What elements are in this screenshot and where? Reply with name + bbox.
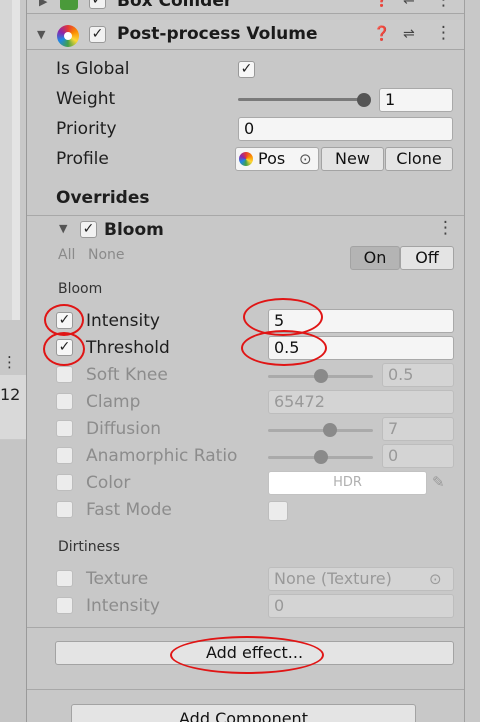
clamp-override-checkbox[interactable] — [56, 393, 73, 410]
priority-label: Priority — [56, 119, 117, 139]
side-lower — [0, 440, 26, 722]
diffusion-slider-track[interactable] — [268, 429, 373, 432]
threshold-override-checkbox[interactable]: ✓ — [56, 339, 73, 356]
dirt-intensity-label: Intensity — [86, 596, 160, 616]
weight-slider-thumb[interactable] — [357, 93, 371, 107]
fast-mode-checkbox[interactable] — [268, 501, 288, 521]
divider — [27, 215, 465, 216]
menu-icon[interactable]: ⋮ — [435, 0, 452, 10]
priority-field[interactable]: 0 — [238, 117, 453, 141]
bloom-menu-icon[interactable]: ⋮ — [437, 218, 454, 238]
left-side-panel: ⋮ 12 — [0, 0, 26, 722]
diffusion-override-checkbox[interactable] — [56, 420, 73, 437]
dirtiness-section-label: Dirtiness — [58, 539, 120, 555]
threshold-label: Threshold — [86, 338, 170, 358]
intensity-override-checkbox[interactable]: ✓ — [56, 312, 73, 329]
all-toggle[interactable]: All — [58, 247, 75, 263]
weight-label: Weight — [56, 89, 116, 109]
presets-icon[interactable]: ⇌ — [403, 0, 415, 8]
divider — [27, 627, 465, 628]
object-picker-icon[interactable]: ⊙ — [429, 568, 442, 590]
overrides-label: Overrides — [56, 188, 150, 208]
profile-field[interactable]: Pos ⊙ — [235, 147, 319, 171]
profile-value: Pos — [258, 149, 286, 168]
off-button[interactable]: Off — [400, 246, 454, 270]
post-process-icon — [57, 25, 79, 47]
on-button[interactable]: On — [350, 246, 400, 270]
diffusion-label: Diffusion — [86, 419, 162, 439]
anamorphic-label: Anamorphic Ratio — [86, 446, 238, 466]
bloom-section-label: Bloom — [58, 281, 103, 297]
volume-enabled-checkbox[interactable]: ✓ — [89, 26, 106, 43]
post-process-volume-header[interactable]: ▼ ✓ Post-process Volume ❓ ⇌ ⋮ — [27, 20, 465, 50]
foldout-arrow-icon[interactable]: ▶ — [39, 0, 47, 8]
box-collider-header[interactable]: ▶ ✓ Box Collider ❓ ⇌ ⋮ — [27, 0, 465, 14]
eyedropper-icon[interactable]: ✎ — [432, 473, 445, 491]
dirt-intensity-field[interactable]: 0 — [268, 594, 454, 618]
scrollbar[interactable] — [12, 0, 20, 320]
soft-knee-slider-thumb[interactable] — [313, 369, 328, 383]
new-profile-button[interactable]: New — [321, 147, 384, 171]
side-number: 12 — [0, 385, 21, 404]
fast-mode-label: Fast Mode — [86, 500, 172, 520]
weight-slider-track[interactable] — [238, 98, 364, 101]
color-override-checkbox[interactable] — [56, 474, 73, 491]
bloom-title: Bloom — [104, 220, 164, 240]
color-field[interactable]: HDR — [268, 471, 427, 495]
box-collider-icon — [60, 0, 78, 10]
help-icon[interactable]: ❓ — [373, 26, 390, 42]
intensity-label: Intensity — [86, 311, 160, 331]
texture-value: None (Texture) — [274, 569, 392, 588]
soft-knee-label: Soft Knee — [86, 365, 168, 385]
component-title: Post-process Volume — [117, 24, 318, 44]
color-label: Color — [86, 473, 131, 493]
clamp-field[interactable]: 65472 — [268, 390, 454, 414]
divider — [27, 689, 465, 690]
anamorphic-field[interactable]: 0 — [382, 444, 454, 468]
none-toggle[interactable]: None — [88, 247, 125, 263]
dirt-intensity-override-checkbox[interactable] — [56, 597, 73, 614]
clone-profile-button[interactable]: Clone — [385, 147, 453, 171]
bloom-foldout-icon[interactable]: ▼ — [59, 222, 67, 235]
box-collider-enabled-checkbox[interactable]: ✓ — [89, 0, 106, 9]
diffusion-slider-thumb[interactable] — [322, 423, 337, 437]
bloom-enabled-checkbox[interactable]: ✓ — [80, 221, 97, 238]
fast-mode-override-checkbox[interactable] — [56, 501, 73, 518]
texture-field[interactable]: None (Texture) ⊙ — [268, 567, 454, 591]
right-edge — [464, 0, 480, 722]
threshold-field[interactable]: 0.5 — [268, 336, 454, 360]
foldout-arrow-icon[interactable]: ▼ — [37, 28, 45, 41]
help-icon[interactable]: ❓ — [373, 0, 390, 8]
profile-asset-icon — [239, 152, 253, 166]
weight-field[interactable]: 1 — [379, 88, 453, 112]
soft-knee-field[interactable]: 0.5 — [382, 363, 454, 387]
add-component-button[interactable]: Add Component — [71, 704, 416, 722]
add-effect-button[interactable]: Add effect... — [55, 641, 454, 665]
more-options-icon[interactable]: ⋮ — [2, 353, 17, 371]
anamorphic-override-checkbox[interactable] — [56, 447, 73, 464]
menu-icon[interactable]: ⋮ — [435, 23, 452, 43]
presets-icon[interactable]: ⇌ — [403, 26, 415, 42]
anamorphic-slider-thumb[interactable] — [313, 450, 328, 464]
object-picker-icon[interactable]: ⊙ — [299, 148, 312, 170]
clamp-label: Clamp — [86, 392, 141, 412]
profile-label: Profile — [56, 149, 109, 169]
intensity-field[interactable]: 5 — [268, 309, 454, 333]
diffusion-field[interactable]: 7 — [382, 417, 454, 441]
inspector-panel: ▶ ✓ Box Collider ❓ ⇌ ⋮ ▼ ✓ Post-process … — [26, 0, 465, 722]
is-global-checkbox[interactable]: ✓ — [238, 61, 255, 78]
texture-override-checkbox[interactable] — [56, 570, 73, 587]
box-collider-title: Box Collider — [117, 0, 233, 11]
texture-label: Texture — [86, 569, 149, 589]
soft-knee-override-checkbox[interactable] — [56, 366, 73, 383]
is-global-label: Is Global — [56, 59, 130, 79]
